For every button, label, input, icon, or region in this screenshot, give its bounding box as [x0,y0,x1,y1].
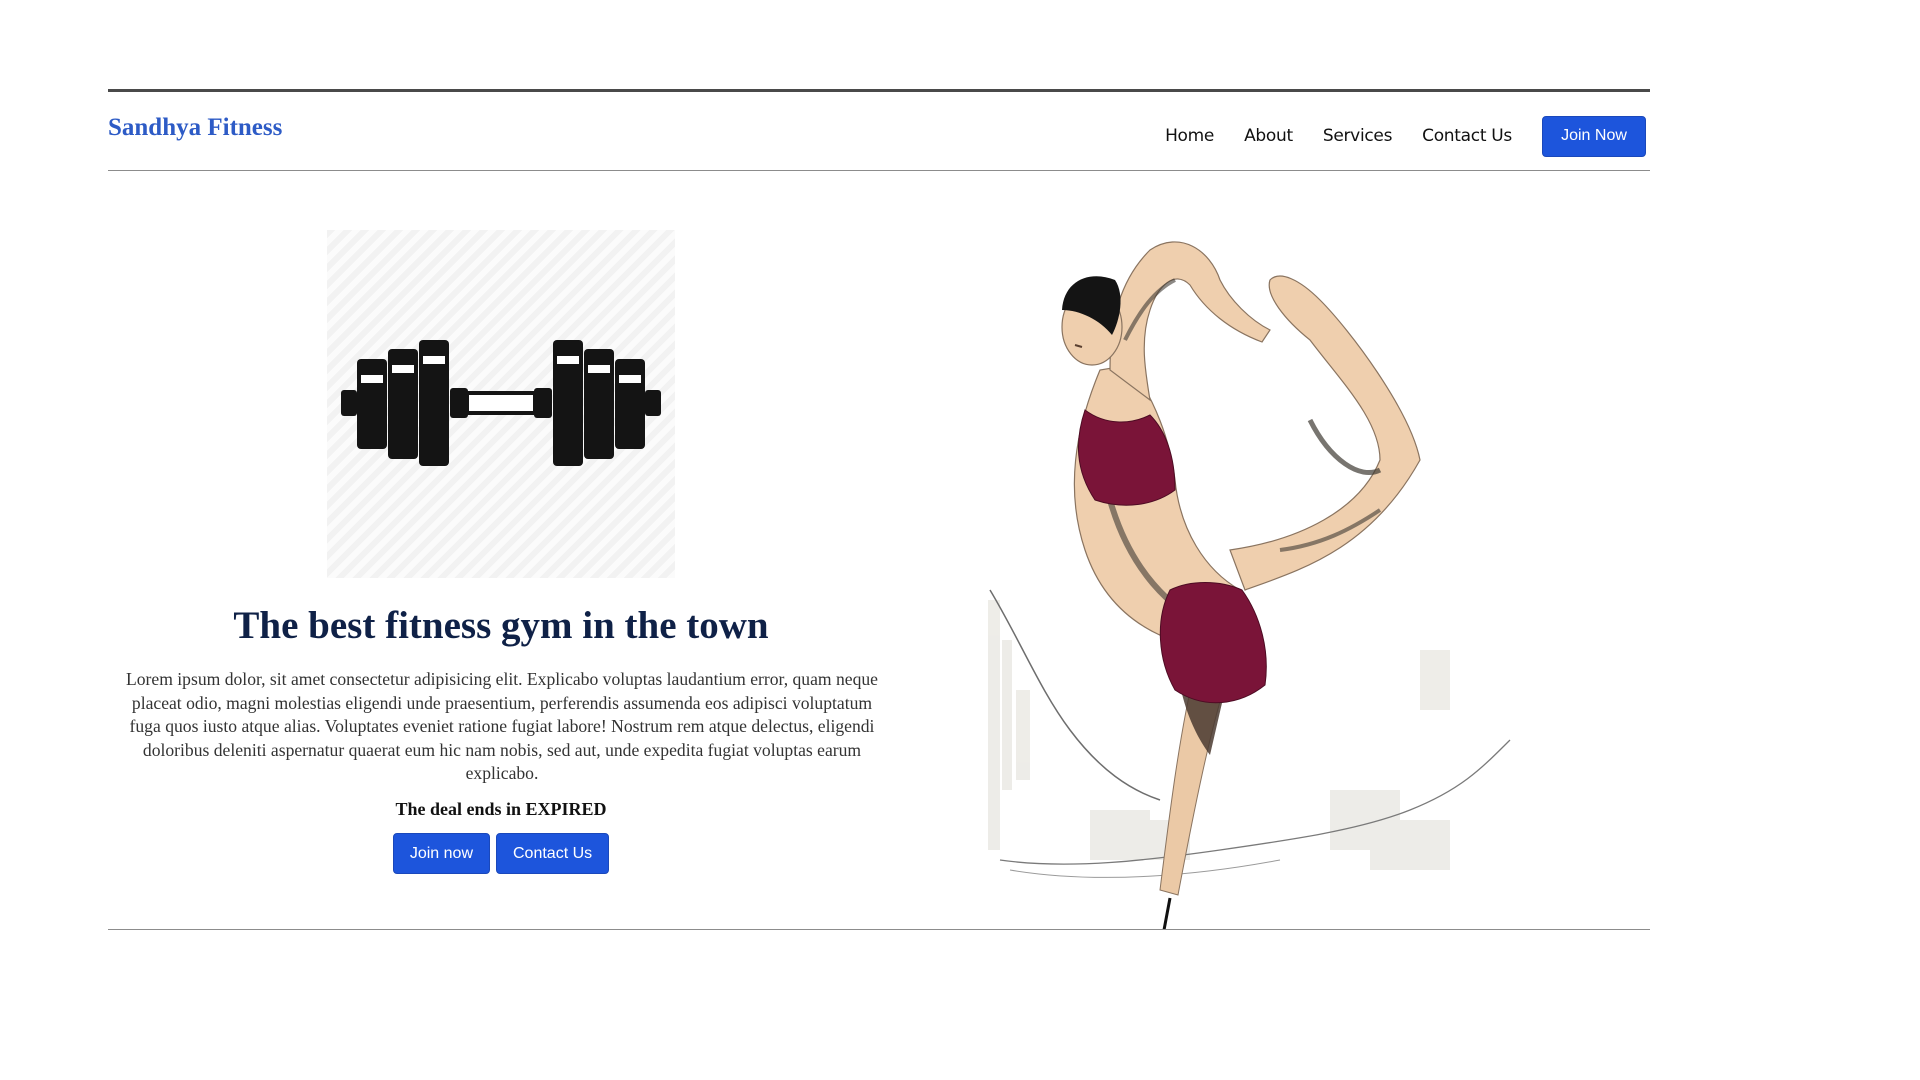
hero-headline: The best fitness gym in the town [233,604,769,647]
nav-contact[interactable]: Contact Us [1422,126,1512,146]
dumbbell-icon [327,230,675,578]
nav-about[interactable]: About [1244,126,1293,146]
join-now-button[interactable]: Join now [392,833,490,874]
main-nav: Home About Services Contact Us Join Now [1165,115,1646,157]
deal-countdown: The deal ends in EXPIRED [395,799,607,819]
footer-divider [108,929,1650,930]
hero-cta-group: Join now Contact Us [108,833,894,874]
hero-description: Lorem ipsum dolor, sit amet consectetur … [126,669,878,783]
header-join-button[interactable]: Join Now [1542,115,1646,157]
brand-logo-text[interactable]: Sandhya Fitness [108,114,282,142]
contact-us-button[interactable]: Contact Us [496,833,610,874]
dancer-pose-illustration [980,170,1580,931]
nav-services[interactable]: Services [1323,126,1393,146]
top-divider [108,89,1650,92]
nav-home[interactable]: Home [1165,126,1214,146]
hero-section: The best fitness gym in the town Lorem i… [108,171,898,929]
